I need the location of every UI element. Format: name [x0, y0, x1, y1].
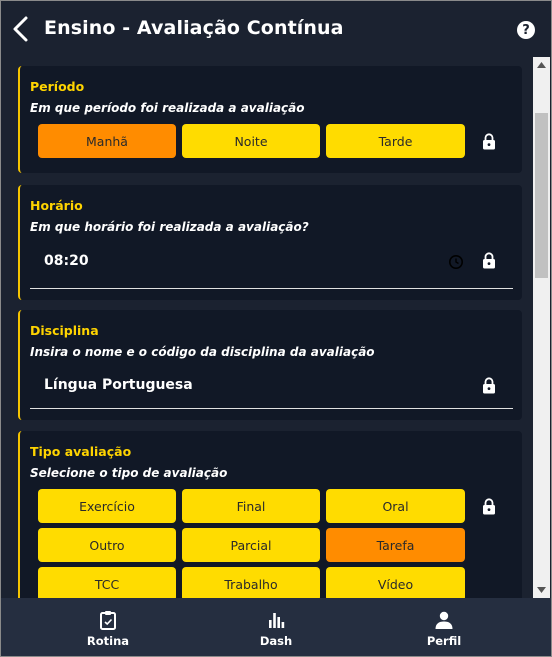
nav-label-perfil: Perfil: [426, 634, 462, 648]
disciplina-subtitle: Insira o nome e o código da disciplina d…: [30, 345, 375, 359]
page-title: Ensino - Avaliação Contínua: [44, 17, 344, 39]
tipo-option-video[interactable]: Vídeo: [326, 567, 465, 598]
lock-icon: [483, 133, 495, 150]
tipo-option-exercicio[interactable]: Exercício: [38, 489, 176, 523]
periodo-card: Período Em que período foi realizada a a…: [18, 66, 522, 173]
disciplina-card: Disciplina Insira o nome e o código da d…: [18, 310, 522, 420]
nav-item-rotina[interactable]: Rotina: [48, 598, 168, 656]
tipo-option-final[interactable]: Final: [182, 489, 320, 523]
nav-label-dash: Dash: [259, 634, 293, 648]
disciplina-title: Disciplina: [30, 323, 99, 338]
tipo-option-trabalho[interactable]: Trabalho: [182, 567, 320, 598]
tipo-title: Tipo avaliação: [30, 444, 132, 459]
tipo-option-parcial[interactable]: Parcial: [182, 528, 320, 562]
scroll-thumb[interactable]: [535, 113, 548, 278]
disciplina-underline: [30, 408, 513, 409]
bar-chart-icon: [269, 613, 285, 628]
horario-input[interactable]: 08:20: [44, 253, 89, 269]
lock-icon: [483, 498, 495, 515]
form-content: Período Em que período foi realizada a a…: [1, 57, 533, 598]
nav-item-perfil[interactable]: Perfil: [384, 598, 504, 656]
scrollbar[interactable]: [533, 57, 550, 598]
disciplina-input[interactable]: Língua Portuguesa: [44, 377, 193, 393]
tipo-option-tcc[interactable]: TCC: [38, 567, 176, 598]
periodo-title: Período: [30, 79, 85, 94]
bottom-nav: Rotina Dash Perfil: [1, 598, 551, 656]
tipo-option-oral[interactable]: Oral: [326, 489, 465, 523]
horario-title: Horário: [30, 198, 83, 213]
person-icon: [435, 611, 453, 629]
tipo-subtitle: Selecione o tipo de avaliação: [30, 466, 228, 480]
nav-label-rotina: Rotina: [86, 634, 130, 648]
tipo-option-outro[interactable]: Outro: [38, 528, 176, 562]
clipboard-icon: [100, 611, 116, 630]
nav-item-dash[interactable]: Dash: [216, 598, 336, 656]
periodo-option-noite[interactable]: Noite: [182, 124, 320, 158]
periodo-subtitle: Em que período foi realizada a avaliação: [30, 101, 305, 115]
app-header: Ensino - Avaliação Contínua ?: [1, 1, 551, 57]
clock-icon[interactable]: [448, 254, 464, 270]
lock-icon: [483, 377, 495, 394]
horario-card: Horário Em que horário foi realizada a a…: [18, 185, 522, 300]
horario-underline: [30, 288, 513, 289]
chevron-left-icon[interactable]: [11, 15, 31, 43]
tipo-option-tarefa[interactable]: Tarefa: [326, 528, 465, 562]
scroll-down-arrow[interactable]: [533, 583, 550, 597]
periodo-option-manha[interactable]: Manhã: [38, 124, 176, 158]
horario-subtitle: Em que horário foi realizada a avaliação…: [30, 220, 309, 234]
lock-icon: [483, 252, 495, 269]
tipo-card: Tipo avaliação Selecione o tipo de avali…: [18, 431, 522, 598]
help-icon[interactable]: ?: [517, 21, 535, 39]
periodo-option-tarde[interactable]: Tarde: [326, 124, 465, 158]
scroll-up-arrow[interactable]: [533, 58, 550, 72]
